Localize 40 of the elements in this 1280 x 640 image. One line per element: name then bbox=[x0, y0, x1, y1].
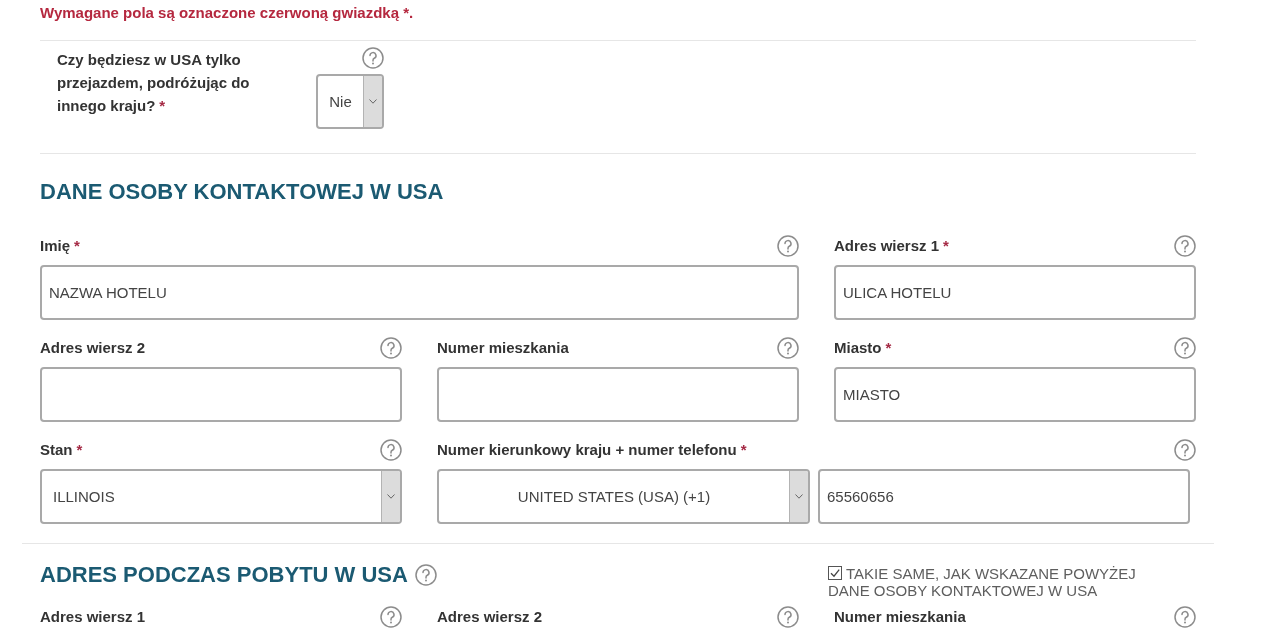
help-icon[interactable] bbox=[777, 337, 799, 359]
help-icon[interactable] bbox=[1174, 235, 1196, 257]
field-label: Numer kierunkowy kraju + numer telefonu * bbox=[437, 440, 747, 460]
field-label: Imię * bbox=[40, 236, 80, 256]
input-field[interactable] bbox=[437, 367, 799, 422]
dropdown[interactable]: ILLINOIS bbox=[40, 469, 402, 524]
chevron-icon bbox=[369, 99, 377, 104]
section-heading: ADRES PODCZAS POBYTU W USA bbox=[40, 562, 408, 588]
section-heading: DANE OSOBY KONTAKTOWEJ W USA bbox=[40, 179, 444, 205]
field-label: Adres wiersz 1 * bbox=[834, 236, 949, 256]
dropdown[interactable]: UNITED STATES (USA) (+1) bbox=[437, 469, 810, 524]
help-icon[interactable] bbox=[380, 337, 402, 359]
field-label: Adres wiersz 2 bbox=[437, 607, 543, 627]
input-field[interactable]: MIASTO bbox=[834, 367, 1196, 422]
help-icon[interactable] bbox=[380, 606, 402, 628]
field-label: Stan * bbox=[40, 440, 83, 460]
help-icon[interactable] bbox=[414, 564, 437, 586]
help-icon[interactable] bbox=[362, 47, 384, 69]
help-icon[interactable] bbox=[1174, 606, 1196, 628]
help-icon[interactable] bbox=[777, 235, 799, 257]
same-address-checkbox[interactable]: TAKIE SAME, JAK WSKAZANE POWYŻEJ DANE OSOBY KONTAKTOWEJ W USA bbox=[828, 565, 1168, 599]
field-label: Numer mieszkania bbox=[437, 338, 569, 358]
field-label: Numer mieszkania bbox=[834, 607, 966, 627]
input-field[interactable]: 65560656 bbox=[818, 469, 1190, 524]
input-field[interactable]: ULICA HOTELU bbox=[834, 265, 1196, 320]
input-field[interactable]: NAZWA HOTELU bbox=[40, 265, 799, 320]
input-field[interactable] bbox=[40, 367, 402, 422]
dropdown[interactable]: Nie bbox=[316, 74, 384, 129]
field-label: Adres wiersz 2 bbox=[40, 338, 146, 358]
help-icon[interactable] bbox=[1174, 337, 1196, 359]
chevron-icon bbox=[387, 494, 395, 499]
help-icon[interactable] bbox=[777, 606, 799, 628]
field-label: Adres wiersz 1 bbox=[40, 607, 146, 627]
required-note: Wymagane pola są oznaczone czerwoną gwiazdką *. bbox=[40, 3, 414, 23]
help-icon[interactable] bbox=[380, 439, 402, 461]
chevron-icon bbox=[795, 494, 803, 499]
question-label: Czy będziesz w USA tylko przejazdem, podróżując do innego kraju? * bbox=[57, 50, 251, 116]
checkbox-icon[interactable] bbox=[828, 566, 842, 580]
help-icon[interactable] bbox=[1174, 439, 1196, 461]
field-label: Miasto * bbox=[834, 338, 892, 358]
